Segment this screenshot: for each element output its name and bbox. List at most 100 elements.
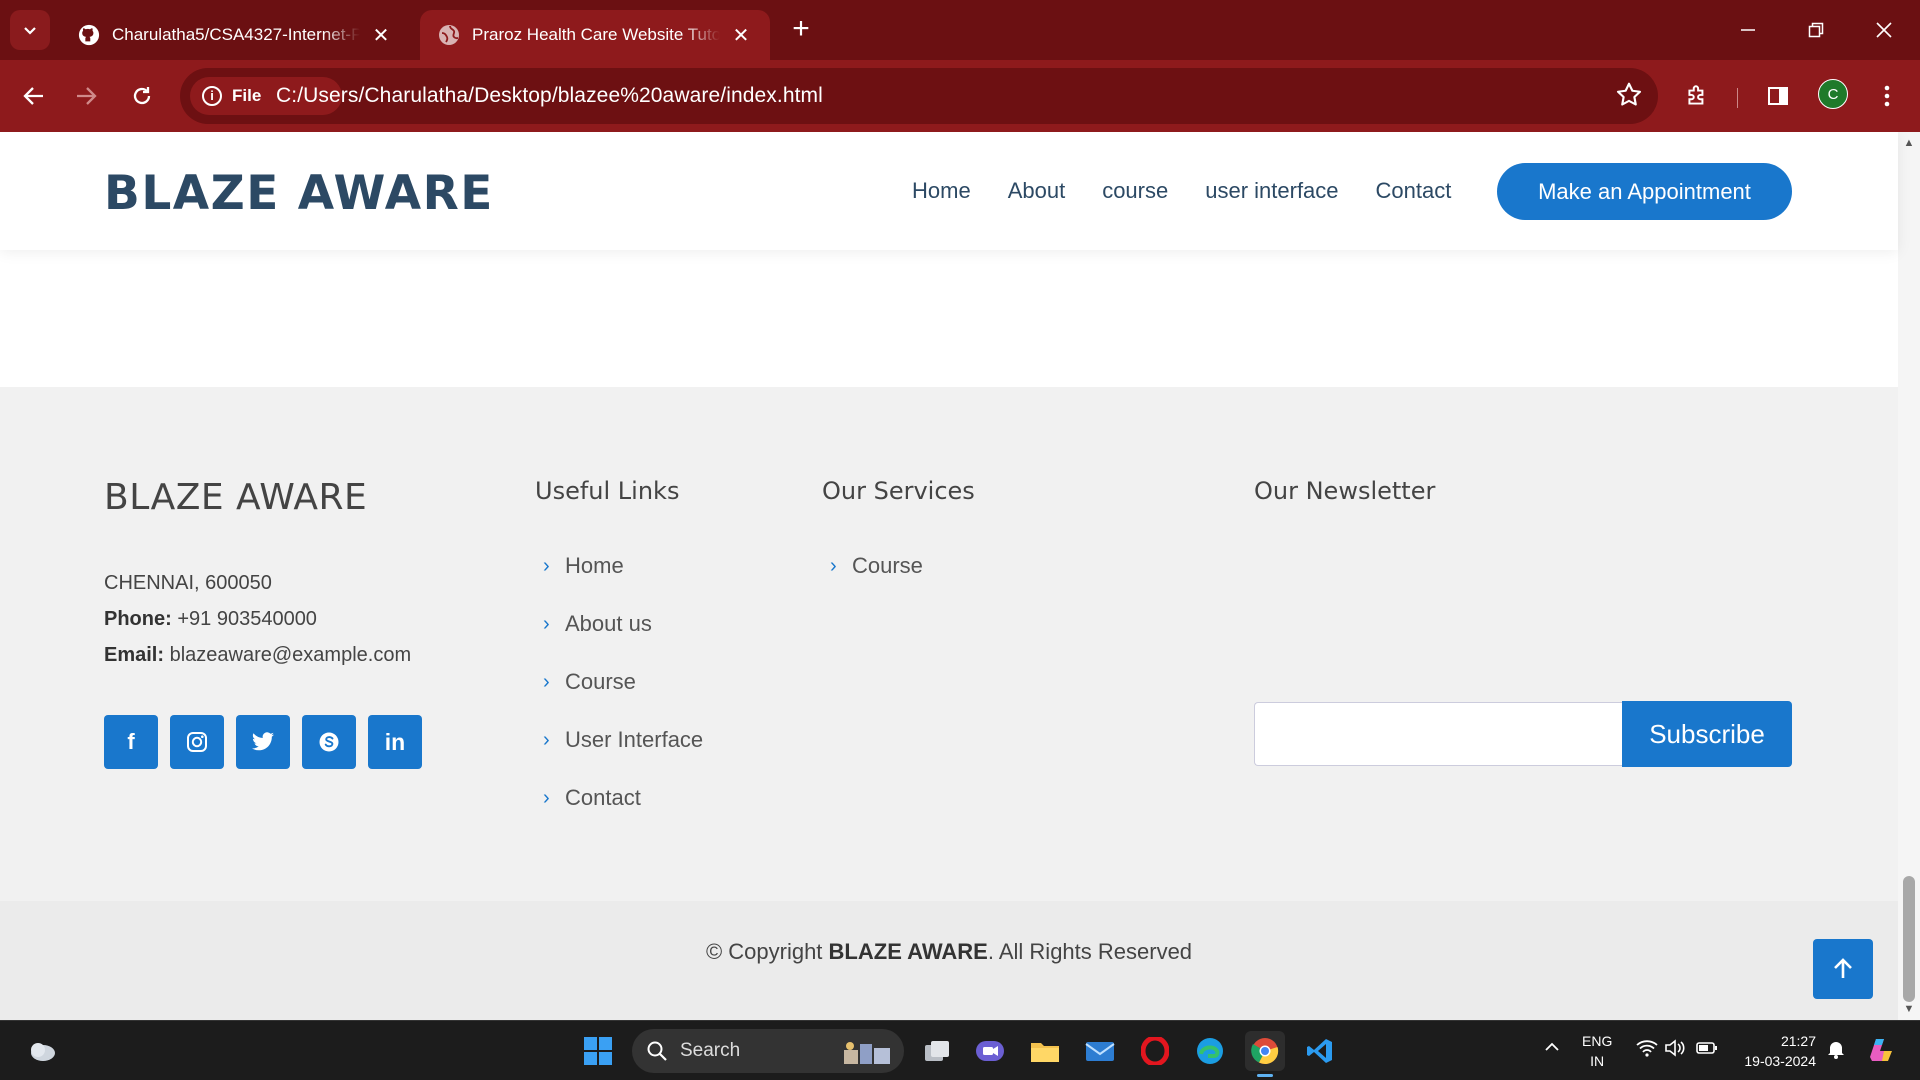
copyright-suffix: . All Rights Reserved (987, 939, 1193, 964)
instagram-link[interactable] (170, 715, 224, 769)
service-link-course[interactable]: › Course (822, 537, 923, 595)
copyright-brand: BLAZE AWARE (828, 939, 988, 964)
weather-widget[interactable] (22, 1031, 62, 1071)
chevron-right-icon: › (543, 728, 550, 751)
nav-link-course[interactable]: course (1102, 178, 1168, 204)
chevron-right-icon: › (543, 670, 550, 693)
footer-link-label: User Interface (565, 727, 704, 752)
minimize-icon (1741, 29, 1755, 31)
globe-icon (438, 24, 460, 46)
footer-link-label: Contact (565, 785, 641, 810)
bookmark-star-icon[interactable] (1614, 80, 1644, 110)
twitter-link[interactable] (236, 715, 290, 769)
footer-brand: BLAZE AWARE (104, 477, 368, 518)
newsletter-email-input[interactable] (1254, 702, 1622, 766)
footer-link-course[interactable]: › Course (535, 653, 703, 711)
page-scrollbar[interactable]: ▲ ▼ (1898, 132, 1920, 1020)
side-panel-button[interactable] (1758, 76, 1798, 116)
extensions-button[interactable] (1677, 76, 1717, 116)
reload-button[interactable] (122, 76, 162, 116)
linkedin-icon: in (384, 728, 406, 755)
start-button[interactable] (578, 1031, 618, 1071)
browser-toolbar: i File C:/Users/Charulatha/Desktop/blaze… (0, 60, 1920, 132)
site-header: BLAZE AWARE Home About course user inter… (0, 132, 1898, 250)
subscribe-button[interactable]: Subscribe (1622, 701, 1792, 767)
make-appointment-button[interactable]: Make an Appointment (1497, 163, 1792, 220)
footer-link-home[interactable]: › Home (535, 537, 703, 595)
browser-tab-bar: Charulatha5/CSA4327-Internet-Programming… (0, 0, 1920, 60)
scroll-up-arrow-icon[interactable]: ▲ (1903, 137, 1915, 149)
nav-link-home[interactable]: Home (912, 178, 971, 204)
twitter-icon (252, 732, 274, 751)
notification-bell-icon[interactable] (1826, 1039, 1846, 1064)
tab-close-icon[interactable]: ✕ (370, 23, 392, 48)
vscode-icon (1307, 1039, 1332, 1063)
opera-button[interactable] (1135, 1031, 1175, 1071)
close-window-button[interactable] (1864, 12, 1904, 48)
restore-button[interactable] (1796, 12, 1836, 48)
facebook-link[interactable]: f (104, 715, 158, 769)
github-icon (78, 24, 100, 46)
chrome-icon (1251, 1038, 1279, 1065)
nav-link-user-interface[interactable]: user interface (1205, 178, 1338, 204)
site-chip-label: File (232, 86, 262, 105)
email-label: Email: (104, 644, 165, 666)
browser-menu-button[interactable] (1867, 76, 1907, 116)
video-chat-icon (976, 1041, 1004, 1061)
file-explorer-button[interactable] (1025, 1031, 1065, 1071)
url-text[interactable]: C:/Users/Charulatha/Desktop/blazee%20awa… (276, 84, 823, 108)
new-tab-button[interactable]: + (785, 14, 817, 46)
tab-search-button[interactable] (10, 10, 50, 50)
volume-icon[interactable] (1664, 1039, 1686, 1062)
footer-link-about-us[interactable]: › About us (535, 595, 703, 653)
minimize-button[interactable] (1728, 12, 1768, 48)
copyright-prefix: © Copyright (705, 939, 823, 964)
vscode-button[interactable] (1300, 1031, 1340, 1071)
tab-praroz[interactable]: Praroz Health Care Website Tutorial ✕ (420, 10, 770, 60)
language-indicator[interactable]: ENG IN (1582, 1031, 1612, 1071)
footer-phone: Phone: +91 903540000 (104, 601, 411, 637)
footer-top: BLAZE AWARE CHENNAI, 600050 Phone: +91 9… (0, 387, 1898, 901)
battery-icon[interactable] (1696, 1039, 1718, 1062)
nav-link-contact[interactable]: Contact (1376, 178, 1452, 204)
close-icon (1876, 22, 1892, 38)
back-to-top-button[interactable] (1813, 939, 1873, 999)
copilot-icon[interactable] (1864, 1033, 1896, 1070)
reload-icon (133, 87, 151, 105)
more-vertical-icon (1884, 85, 1890, 107)
profile-avatar[interactable]: C (1818, 79, 1848, 109)
chevron-right-icon: › (543, 554, 550, 577)
edge-button[interactable] (1190, 1031, 1230, 1071)
side-panel-icon (1768, 87, 1788, 105)
folder-icon (1031, 1043, 1059, 1062)
system-clock[interactable]: 21:27 19-03-2024 (1736, 1031, 1816, 1071)
scroll-down-arrow-icon[interactable]: ▼ (1903, 1003, 1915, 1015)
windows-taskbar: Search ENG IN 21:27 19-03-2024 (0, 1020, 1920, 1080)
tray-chevron-up-icon[interactable] (1544, 1039, 1560, 1060)
footer-link-contact[interactable]: › Contact (535, 769, 703, 827)
task-view-button[interactable] (917, 1031, 957, 1071)
skype-link[interactable] (302, 715, 356, 769)
teams-chat-button[interactable] (970, 1031, 1010, 1071)
tab-title: Praroz Health Care Website Tutorial (472, 25, 720, 44)
back-button[interactable] (14, 76, 54, 116)
mail-button[interactable] (1080, 1031, 1120, 1071)
nav-link-about[interactable]: About (1008, 178, 1066, 204)
clock-date: 19-03-2024 (1744, 1053, 1816, 1069)
chrome-button[interactable] (1245, 1031, 1285, 1077)
tab-close-icon[interactable]: ✕ (730, 23, 752, 48)
mail-icon (1085, 1042, 1115, 1061)
linkedin-link[interactable]: in (368, 715, 422, 769)
address-bar[interactable]: i File C:/Users/Charulatha/Desktop/blaze… (180, 68, 1658, 124)
taskbar-search[interactable]: Search (632, 1029, 904, 1073)
scrollbar-thumb[interactable] (1903, 876, 1915, 1002)
footer-link-user-interface[interactable]: › User Interface (535, 711, 703, 769)
arrow-up-icon (1834, 958, 1852, 978)
site-logo[interactable]: BLAZE AWARE (104, 166, 494, 221)
copyright-text: © Copyright BLAZE AWARE. All Rights Rese… (0, 939, 1898, 965)
tab-github[interactable]: Charulatha5/CSA4327-Internet-Programming… (60, 10, 410, 60)
service-link-label: Course (852, 553, 923, 578)
forward-button[interactable] (66, 76, 106, 116)
wifi-icon[interactable] (1636, 1039, 1658, 1062)
restore-icon (1808, 22, 1824, 38)
